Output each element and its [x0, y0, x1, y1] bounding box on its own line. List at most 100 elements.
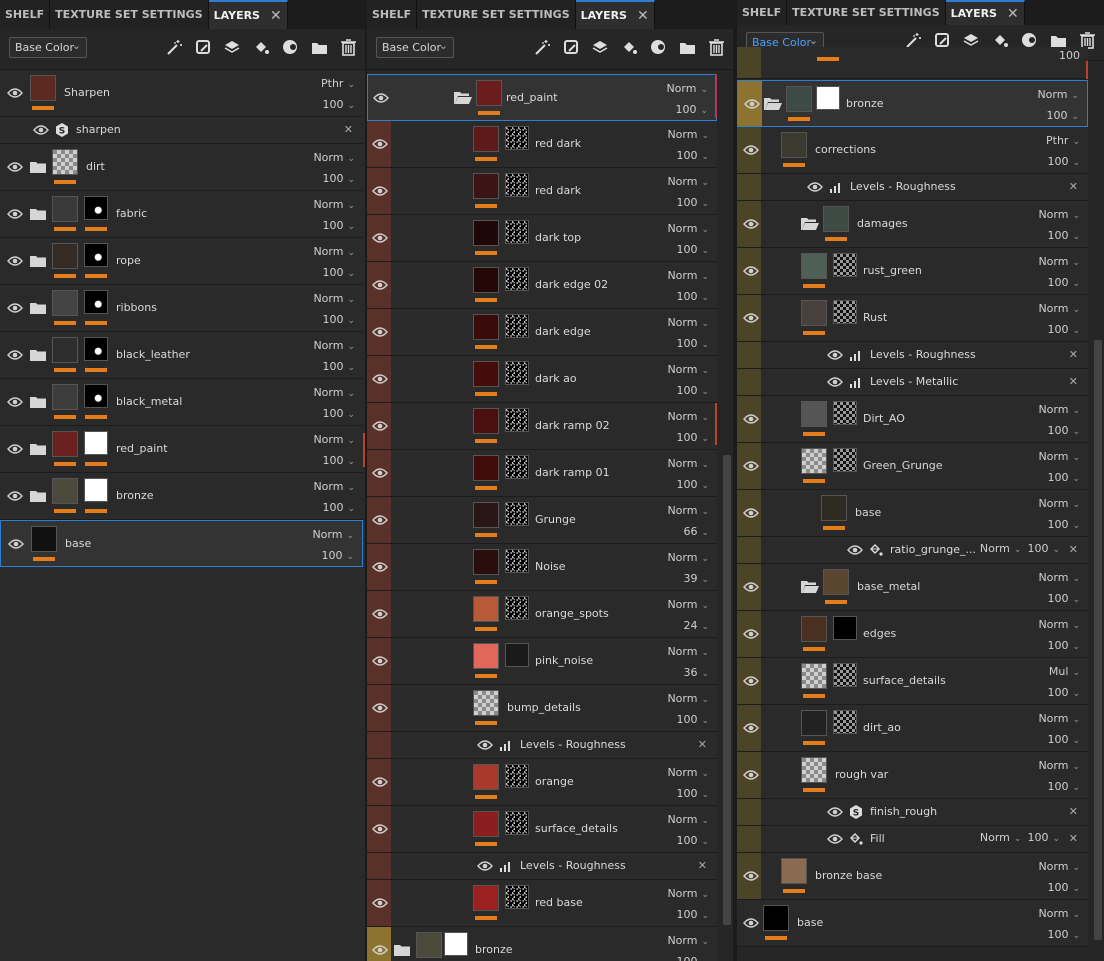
layer-name[interactable]: bronze [116, 488, 154, 504]
blend-mode-select[interactable]: Norm ⌄ [313, 151, 355, 164]
layer-name[interactable]: base [855, 505, 881, 521]
layer-name[interactable]: dark top [535, 230, 581, 246]
opacity-select[interactable]: 100⌄ [322, 219, 355, 232]
opacity-select[interactable]: 100⌄ [322, 501, 355, 514]
tab-texture-set-settings[interactable]: TEXTURE SET SETTINGS [417, 0, 576, 29]
blend-mode-select[interactable]: Norm ⌄ [313, 339, 355, 352]
layer-name[interactable]: base [797, 915, 823, 931]
layer-row[interactable]: dark top Norm ⌄ 100 ⌄ [367, 215, 717, 262]
opacity-select[interactable]: 100⌄ [1047, 518, 1080, 531]
layer-name[interactable]: red_paint [506, 90, 558, 106]
layer-row[interactable]: Dirt_AO Norm ⌄ 100 ⌄ [737, 396, 1088, 443]
folder-icon[interactable] [394, 944, 410, 956]
visibility-eye-icon[interactable] [372, 655, 388, 667]
blend-mode-select[interactable]: Norm ⌄ [1038, 860, 1080, 873]
opacity-select[interactable]: 100⌄ [676, 478, 709, 491]
folder-icon[interactable] [30, 302, 46, 314]
opacity-select[interactable]: 100⌄ [1046, 109, 1079, 122]
opacity-select[interactable]: 100⌄ [676, 713, 709, 726]
visibility-eye-icon[interactable] [7, 87, 23, 99]
channel-select[interactable]: Base Color ⌄ [9, 37, 87, 58]
layer-name[interactable]: dark ramp 01 [535, 465, 610, 481]
add-mask-icon[interactable] [650, 39, 667, 56]
visibility-eye-icon[interactable] [827, 806, 843, 818]
visibility-eye-icon[interactable] [743, 144, 759, 156]
delete-icon[interactable] [708, 39, 725, 56]
add-mask-icon[interactable] [282, 39, 299, 56]
tab-layers[interactable]: LAYERS ✕ [575, 0, 655, 29]
folder-icon[interactable] [30, 255, 46, 267]
layer-row[interactable]: red_paint Norm ⌄ 100 ⌄ [0, 426, 363, 473]
blend-mode-select[interactable]: Norm ⌄ [1038, 759, 1080, 772]
visibility-eye-icon[interactable] [372, 702, 388, 714]
opacity-select[interactable]: 100⌄ [1047, 424, 1080, 437]
blend-mode-select[interactable]: Norm ⌄ [313, 292, 355, 305]
visibility-eye-icon[interactable] [744, 98, 760, 110]
layer-row[interactable]: red_paint Norm ⌄ 100 ⌄ [367, 74, 717, 121]
layer-row[interactable]: Fill Norm ⌄ 100 ⌄ ✕ [737, 826, 1088, 853]
layer-name[interactable]: dark edge [535, 324, 591, 340]
layer-row[interactable]: Sharpen Pthr ⌄ 100 ⌄ [0, 70, 363, 117]
blend-mode-select[interactable]: Norm ⌄ [667, 269, 709, 282]
folder-icon[interactable] [30, 161, 46, 173]
visibility-eye-icon[interactable] [372, 823, 388, 835]
layer-name[interactable]: red_paint [116, 441, 168, 457]
visibility-eye-icon[interactable] [743, 218, 759, 230]
layer-name[interactable]: red dark [535, 183, 581, 199]
blend-mode-select[interactable]: Norm ⌄ [313, 386, 355, 399]
layer-name[interactable]: dark edge 02 [535, 277, 608, 293]
layer-row[interactable]: base Norm ⌄ 100 ⌄ [737, 490, 1088, 537]
blend-mode-select[interactable]: Norm ⌄ [667, 692, 709, 705]
layer-name[interactable]: fabric [116, 206, 147, 222]
scrollbar[interactable] [723, 455, 731, 925]
opacity-select[interactable]: 24 ⌄ [683, 619, 709, 632]
blend-mode-select[interactable]: Norm ⌄ [1038, 403, 1080, 416]
visibility-eye-icon[interactable] [743, 870, 759, 882]
blend-mode-select[interactable]: Norm ⌄ [313, 480, 355, 493]
add-layer-icon[interactable] [592, 39, 609, 56]
layer-row[interactable]: dark edge Norm ⌄ 100 ⌄ [367, 309, 717, 356]
remove-effect-button[interactable]: ✕ [1069, 180, 1078, 193]
layer-name[interactable]: Sharpen [64, 85, 110, 101]
effect-row[interactable]: Levels - Roughness ✕ [737, 174, 1088, 201]
layer-row[interactable]: corrections Pthr ⌄ 100 ⌄ [737, 127, 1088, 174]
layer-row[interactable]: black_metal Norm ⌄ 100 ⌄ [0, 379, 363, 426]
visibility-eye-icon[interactable] [847, 544, 863, 556]
layer-name[interactable]: bump_details [507, 700, 581, 716]
effect-row[interactable]: Ssharpen ✕ [0, 117, 363, 144]
layer-row[interactable]: pink_noise Norm ⌄ 36 ⌄ [367, 638, 717, 685]
visibility-eye-icon[interactable] [372, 185, 388, 197]
opacity-select[interactable]: 100⌄ [676, 243, 709, 256]
visibility-eye-icon[interactable] [7, 302, 23, 314]
tab-shelf[interactable]: SHELF [367, 0, 418, 29]
layer-row[interactable]: ribbons Norm ⌄ 100 ⌄ [0, 285, 363, 332]
layer-row[interactable]: base_metal Norm ⌄ 100 ⌄ [737, 564, 1088, 611]
blend-mode-select[interactable]: Norm ⌄ [667, 175, 709, 188]
visibility-eye-icon[interactable] [373, 92, 389, 104]
blend-mode-select[interactable]: Pthr ⌄ [1046, 134, 1080, 147]
layer-row[interactable]: surface_details Norm ⌄ 100 ⌄ [367, 806, 717, 853]
visibility-eye-icon[interactable] [372, 373, 388, 385]
layer-row[interactable]: dirt_ao Norm ⌄ 100 ⌄ [737, 705, 1088, 752]
layer-row[interactable]: dark ramp 01 Norm ⌄ 100 ⌄ [367, 450, 717, 497]
layer-name[interactable]: Grunge [535, 512, 576, 528]
visibility-eye-icon[interactable] [372, 944, 388, 956]
blend-mode-select[interactable]: Norm ⌄ [667, 813, 709, 826]
close-icon[interactable]: ✕ [270, 8, 282, 24]
layer-name[interactable]: bronze base [815, 868, 882, 884]
layer-row[interactable]: red base Norm ⌄ 100 ⌄ [367, 880, 717, 927]
visibility-eye-icon[interactable] [743, 312, 759, 324]
opacity-select[interactable]: 100⌄ [1047, 928, 1080, 941]
layer-name[interactable]: rough var [835, 767, 888, 783]
layer-row[interactable]: bronze base Norm ⌄ 100 ⌄ [737, 853, 1088, 900]
layer-name[interactable]: bronze [475, 942, 513, 958]
tab-shelf[interactable]: SHELF [737, 0, 788, 25]
opacity-select[interactable]: 36 ⌄ [683, 666, 709, 679]
layer-row[interactable]: rough var Norm ⌄ 100 ⌄ [737, 752, 1088, 799]
layer-name[interactable]: Noise [535, 559, 566, 575]
layer-name[interactable]: Dirt_AO [863, 411, 905, 427]
layer-row[interactable]: dark ao Norm ⌄ 100 ⌄ [367, 356, 717, 403]
effect-row[interactable]: Levels - Roughness ✕ [367, 732, 717, 759]
visibility-eye-icon[interactable] [827, 833, 843, 845]
blend-mode-select[interactable]: Norm ⌄ [1037, 88, 1079, 101]
